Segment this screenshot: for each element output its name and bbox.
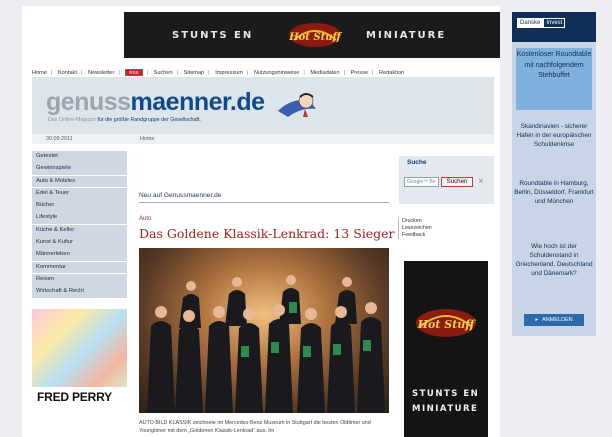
banner-left-text: STUNTS EN (172, 30, 254, 41)
section-heading: Neu auf Genussmaenner.de (139, 192, 389, 203)
sidebar-item-kommentar[interactable]: Kommentar (32, 261, 127, 274)
article-category[interactable]: Auto (139, 216, 151, 222)
logo-danske: Danske (517, 18, 544, 28)
banner-logo-text: Hot Stuff (288, 32, 342, 43)
article-title[interactable]: Das Goldene Klassik-Lenkrad: 13 Sieger (139, 226, 395, 241)
nav-newsletter[interactable]: Newsletter (88, 70, 114, 76)
site-header: genussmaenner.de Das Online-Magazin für … (32, 77, 494, 134)
sidebar-item-kueche-keller[interactable]: Küche & Keller (32, 224, 127, 237)
right-ad-column[interactable]: Danske Invest Kostenloser Roundtable mit … (512, 10, 596, 437)
hot-stuff-logo: Hot Stuff (416, 309, 477, 337)
arrow-right-icon: ▸ (535, 317, 539, 323)
mascot-icon (278, 93, 316, 117)
logo-part-maenner: maenner (130, 88, 231, 116)
danske-invest-body: Kostenloser Roundtable mit nachfolgendem… (512, 42, 596, 336)
nav-impressum[interactable]: Impressum (215, 70, 243, 76)
article-tools: Drucken Lesezeichen Feedback (398, 218, 432, 239)
sidebar-item-lifestyle[interactable]: Lifestyle (32, 212, 127, 225)
main-page: STUNTS EN Hot Stuff MINIATURE Home | Kont… (22, 6, 500, 437)
skyscraper-ad[interactable]: Hot Stuff STUNTS EN MINIATURE (404, 261, 488, 437)
current-date: 30.09.2011 (46, 136, 73, 142)
feedback-link[interactable]: Feedback (402, 232, 432, 239)
sidebar-item-buecher[interactable]: Bücher (32, 200, 127, 212)
rss-badge[interactable]: RSS (125, 69, 143, 76)
sidebar-item-edel-teuer[interactable]: Edel & Teuer (32, 187, 127, 200)
nav-suchen[interactable]: Suchen (154, 70, 173, 76)
hot-stuff-logo: Hot Stuff (288, 23, 343, 47)
ad-text-skandinavien: Skandinavien - sicherer Hafen in der eur… (516, 123, 592, 148)
search-label: Suche (407, 159, 427, 166)
logo-part-domain: .de (229, 88, 265, 116)
group-photo-illustration (147, 275, 385, 413)
sidebar-item-reisen[interactable]: Reisen (32, 273, 127, 286)
nav-sitemap[interactable]: Sitemap (184, 70, 205, 76)
fred-perry-ad[interactable]: FRED PERRY (32, 309, 127, 409)
sidebar-item-kunst-kultur[interactable]: Kunst & Kultur (32, 237, 127, 249)
nav-kontakt[interactable]: Kontakt (58, 70, 77, 76)
danske-invest-header: Danske Invest (512, 12, 596, 42)
logo-invest: Invest (543, 18, 566, 28)
top-banner-ad[interactable]: STUNTS EN Hot Stuff MINIATURE (124, 12, 500, 58)
search-input[interactable]: Google™ Be (404, 177, 439, 187)
site-tagline: Das Online-Magazin für die größte Randgr… (48, 117, 201, 123)
date-bar: 30.09.2011 Home (32, 134, 494, 144)
article-photo[interactable] (139, 248, 389, 413)
category-sidebar: Getestet Gewinnspiele Auto & Mobiles Ede… (32, 151, 127, 299)
danske-invest-logo: Danske Invest (517, 18, 566, 28)
sky-line-2: MINIATURE (412, 404, 479, 414)
banner-right-text: MINIATURE (366, 30, 447, 41)
clear-icon[interactable]: × (478, 177, 484, 185)
sky-line-1: STUNTS EN (412, 389, 480, 399)
nav-presse[interactable]: Presse (351, 70, 368, 76)
tagline-muted: Das Online-Magazin (48, 117, 96, 123)
anmelden-button[interactable]: ▸ ANMELDEN (524, 314, 584, 326)
sky-logo-text: Hot Stuff (417, 318, 477, 331)
sidebar-item-getestet[interactable]: Getestet (32, 151, 127, 163)
sidebar-item-gewinnspiele[interactable]: Gewinnspiele (32, 163, 127, 176)
roundtable-promo: Kostenloser Roundtable mit nachfolgendem… (516, 48, 592, 110)
nav-redaktion[interactable]: Redaktion (379, 70, 404, 76)
bookmark-link[interactable]: Lesezeichen (402, 225, 432, 232)
search-button[interactable]: Suchen (441, 177, 473, 187)
sidebar-item-wirtschaft-recht[interactable]: Wirtschaft & Recht (32, 286, 127, 299)
top-navigation: Home | Kontakt | Newsletter | RSS | Suchen | … (32, 69, 405, 76)
site-logo[interactable]: genussmaenner.de (46, 88, 265, 117)
fred-perry-brand: FRED PERRY (37, 390, 112, 404)
fred-perry-artwork (32, 309, 127, 387)
breadcrumb[interactable]: Home (140, 136, 154, 142)
nav-home[interactable]: Home (32, 70, 47, 76)
sidebar-item-auto-mobiles[interactable]: Auto & Mobiles (32, 175, 127, 188)
ad-text-roundtable: Roundtable in Hamburg, Berlin, Düsseldor… (514, 180, 594, 205)
article-teaser: AUTO BILD KLASSIK zeichnete im Mercedes-… (139, 420, 371, 434)
nav-mediadaten[interactable]: Mediadaten (310, 70, 339, 76)
tagline-bold: für die größte Randgruppe der Gesellscha… (97, 117, 201, 123)
nav-nutzungshinweise[interactable]: Nutzungshinweise (254, 70, 299, 76)
print-link[interactable]: Drucken (402, 218, 432, 225)
logo-part-genuss: genuss (46, 88, 131, 116)
ad-text-schuldenstand: Wie hoch ist der Schuldenstand in Griech… (515, 243, 593, 277)
sidebar-item-maennerleben[interactable]: Männerleben (32, 249, 127, 262)
anmelden-label: ANMELDEN (542, 317, 573, 323)
search-box: Suche Google™ Be Suchen × (399, 156, 494, 204)
